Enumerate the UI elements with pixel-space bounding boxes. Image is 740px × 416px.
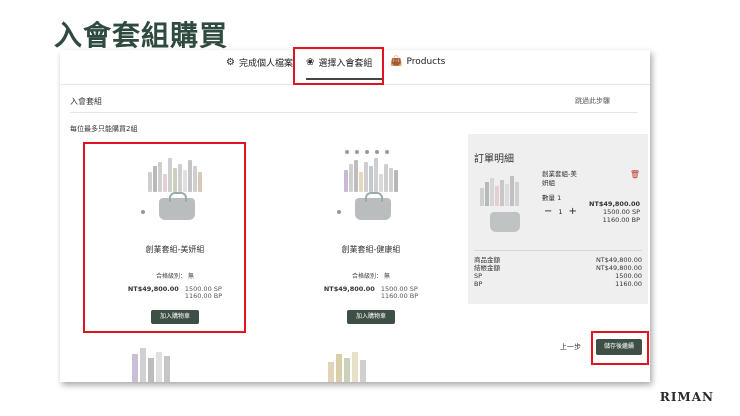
product-image-partial[interactable]	[132, 344, 192, 382]
order-item-price: NT$49,800.00 1500.00 SP 1160.00 BP	[589, 200, 640, 224]
bp-value: 1160.00 BP	[380, 292, 419, 300]
total-row: SP 1500.00	[474, 272, 642, 280]
product-bag-image	[355, 192, 391, 220]
product-name: 創業套組-健康組	[341, 245, 401, 254]
qualification-level: 合格級別： 無	[352, 273, 390, 280]
order-item-name: 創業套組-美妍組	[542, 170, 577, 187]
product-image-partial[interactable]	[328, 350, 388, 382]
carousel-dots[interactable]	[345, 150, 389, 154]
order-item-bp: 1160.00 BP	[602, 216, 640, 224]
total-label: 結帳金額	[474, 264, 500, 272]
total-label: BP	[474, 280, 483, 288]
quantity-stepper: − 1 +	[544, 206, 577, 217]
highlight-save-box	[591, 331, 649, 365]
highlight-step-box	[293, 47, 384, 85]
total-row: 結帳金額 NT$49,800.00	[474, 264, 642, 272]
total-value: NT$49,800.00	[595, 264, 642, 272]
product-bottles-image	[335, 156, 407, 192]
total-value: NT$49,800.00	[595, 256, 642, 264]
total-value: 1160.00	[615, 280, 642, 288]
product-price: NT$49,800.00 1500.00 SP 1160.00 BP	[296, 286, 446, 300]
total-label: 商品金額	[474, 256, 500, 264]
order-item-sp: 1500.00 SP	[603, 208, 640, 216]
order-divider	[474, 250, 642, 251]
product-image[interactable]	[335, 150, 407, 230]
minus-icon[interactable]: −	[544, 206, 552, 217]
skip-step-link[interactable]: 跳過此步驟	[575, 96, 610, 106]
purchase-limit-note: 每位最多只能購買2組	[70, 125, 138, 133]
trash-icon[interactable]: 🗑	[630, 170, 640, 179]
add-to-cart-button[interactable]: 加入購物車	[347, 310, 395, 324]
slide-title: 入會套組購買	[54, 19, 229, 52]
gear-icon: ⚙	[226, 57, 235, 68]
brand-logo: RIMAN	[659, 390, 714, 404]
bag-icon: 👜	[390, 56, 403, 67]
total-label: SP	[474, 272, 483, 280]
carousel-dot[interactable]	[337, 210, 341, 214]
section-title: 入會套組	[70, 97, 102, 106]
previous-step-link[interactable]: 上一步	[560, 342, 581, 352]
order-item-quantity: 數量 1	[542, 194, 562, 202]
step-products[interactable]: 👜 Products	[390, 56, 445, 67]
order-summary: 訂單明細 創業套組-美妍組 數量 1 − 1 + 🗑 NT$49,800.00 …	[468, 134, 648, 304]
order-totals: 商品金額 NT$49,800.00 結帳金額 NT$49,800.00 SP 1500…	[474, 256, 642, 288]
step-products-label: Products	[406, 56, 446, 67]
total-row: 商品金額 NT$49,800.00	[474, 256, 642, 264]
slide: 入會套組購買 ⚙ 完成個人檔案 ❀ 選擇入會套組 👜 Products 入會套組…	[0, 0, 740, 416]
step-profile[interactable]: ⚙ 完成個人檔案	[226, 56, 293, 69]
quantity-value: 1	[558, 207, 563, 216]
total-value: 1500.00	[615, 272, 642, 280]
order-item-image	[474, 172, 534, 238]
product-card: 創業套組-健康組 合格級別： 無 NT$49,800.00 1500.00 SP…	[296, 150, 446, 324]
price-value: NT$49,800.00	[323, 285, 375, 293]
plus-icon[interactable]: +	[569, 206, 577, 217]
order-summary-title: 訂單明細	[474, 154, 514, 165]
highlight-product-box	[83, 142, 246, 333]
total-row: BP 1160.00	[474, 280, 642, 288]
step-profile-label: 完成個人檔案	[238, 59, 293, 69]
order-item-price-value: NT$49,800.00	[589, 200, 640, 208]
section-divider	[70, 112, 638, 113]
